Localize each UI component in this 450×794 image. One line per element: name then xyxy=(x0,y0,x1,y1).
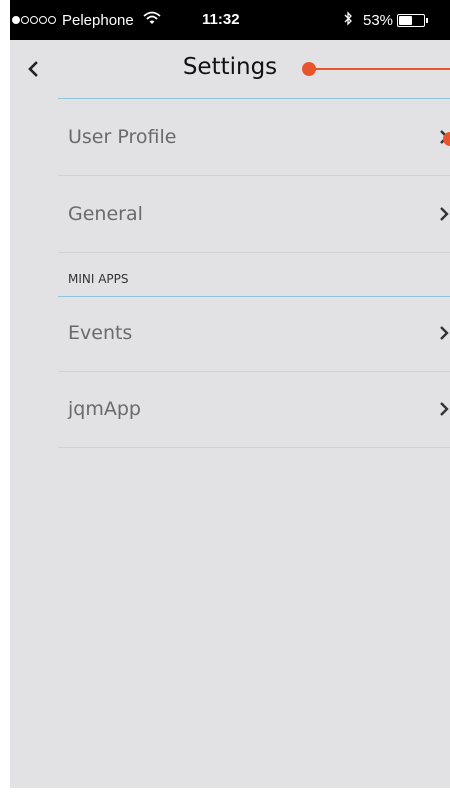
page-title: Settings xyxy=(182,54,278,80)
settings-item-label: General xyxy=(68,203,143,225)
settings-item-general[interactable]: General xyxy=(58,176,450,253)
status-bar-left: Pelephone xyxy=(12,11,161,29)
mini-app-label: Events xyxy=(68,322,133,344)
chevron-right-icon xyxy=(440,207,449,221)
mini-app-label: jqmApp xyxy=(68,398,141,420)
battery-icon xyxy=(397,14,429,27)
bluetooth-icon xyxy=(344,11,353,30)
settings-item-user-profile[interactable]: User Profile xyxy=(58,99,450,176)
section-label: MINI APPS xyxy=(68,272,129,286)
mini-app-item-jqmapp[interactable]: jqmApp xyxy=(58,371,450,448)
mini-app-item-events[interactable]: Events xyxy=(58,295,450,372)
battery-percentage: 53% xyxy=(363,12,394,29)
settings-item-label: User Profile xyxy=(68,126,177,148)
chevron-right-icon xyxy=(440,130,449,144)
carrier-name: Pelephone xyxy=(62,11,134,29)
wifi-icon xyxy=(143,11,161,29)
signal-strength-icon xyxy=(12,16,56,24)
status-bar-right: 53% xyxy=(344,11,429,30)
navigation-bar: Settings xyxy=(10,40,450,98)
status-bar: Pelephone 11:32 53% xyxy=(10,0,450,40)
status-time: 11:32 xyxy=(202,11,240,28)
app-screen: Pelephone 11:32 53% Settings User Profil… xyxy=(10,0,450,788)
section-header-mini-apps: MINI APPS xyxy=(58,258,450,297)
chevron-right-icon xyxy=(440,402,449,416)
chevron-right-icon xyxy=(440,326,449,340)
battery-fill xyxy=(399,16,413,25)
